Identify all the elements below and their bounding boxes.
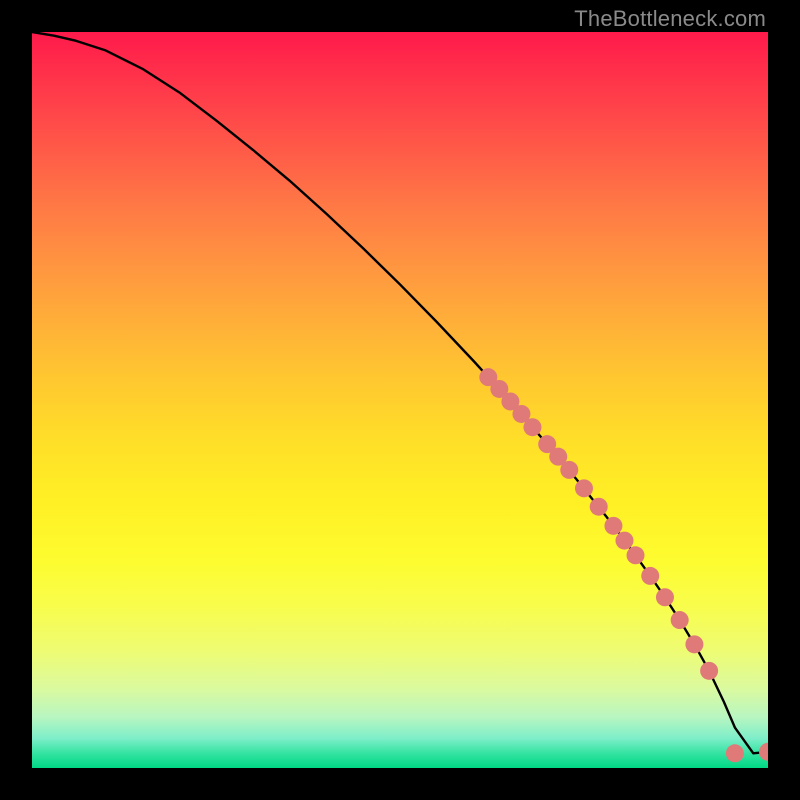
data-point [700, 662, 718, 680]
curve-line [32, 32, 768, 753]
data-point [759, 743, 768, 761]
data-point [641, 567, 659, 585]
attribution-text: TheBottleneck.com [574, 6, 766, 32]
data-point [523, 418, 541, 436]
data-point [627, 546, 645, 564]
data-point [560, 461, 578, 479]
data-point [726, 744, 744, 762]
chart-svg [32, 32, 768, 768]
data-point [604, 517, 622, 535]
data-point [615, 532, 633, 550]
data-point [656, 588, 674, 606]
data-point [685, 635, 703, 653]
plot-area [32, 32, 768, 768]
data-point [590, 498, 608, 516]
data-point [575, 479, 593, 497]
data-point [671, 611, 689, 629]
